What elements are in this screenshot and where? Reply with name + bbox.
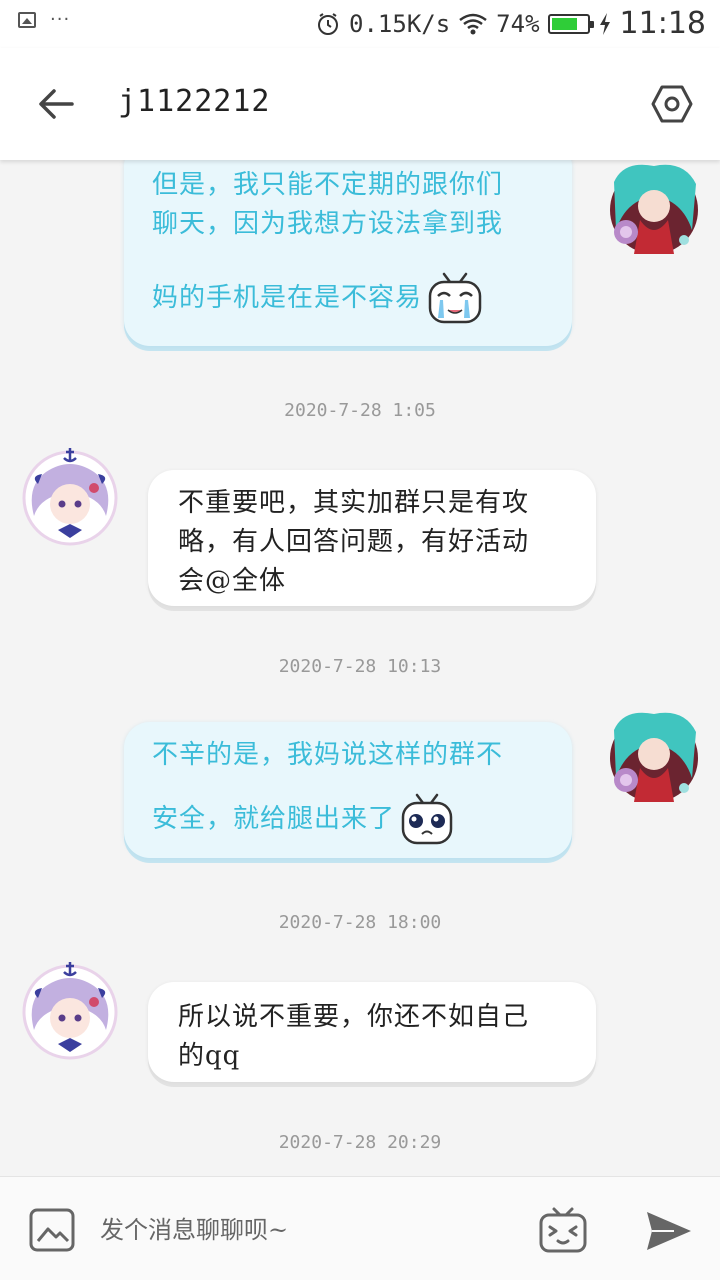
message-line-with-sticker: 妈的手机是在是不容易 [152, 270, 572, 326]
message-line: 不重要吧，其实加群只是有攻 [178, 488, 530, 518]
settings-button[interactable] [646, 78, 698, 130]
status-left: ··· [18, 9, 71, 30]
alarm-icon [318, 12, 339, 35]
chat-header: j1122212 [0, 48, 720, 160]
message-line: 会@全体 [178, 566, 287, 596]
message-line: 聊天，因为我想方设法拿到我 [152, 209, 504, 239]
message-line-with-sticker: 安全，就给腿出来了 [152, 791, 572, 847]
clock: 11:18 [619, 6, 706, 41]
battery-icon [547, 13, 594, 34]
tv-emoji-icon[interactable] [538, 1205, 588, 1255]
message-line: 妈的手机是在是不容易 [152, 282, 423, 313]
message-list[interactable]: 但是，我只能不定期的跟你们 聊天，因为我想方设法拿到我 妈的手机是在是不容易 2… [0, 160, 720, 1176]
message-timestamp: 2020-7-28 18:00 [278, 912, 442, 933]
gallery-notification-icon [18, 12, 36, 28]
send-icon[interactable] [644, 1209, 694, 1253]
battery-level [551, 17, 577, 30]
network-speed: 0.15K/s [349, 9, 451, 38]
teary-tv-sticker [401, 793, 453, 845]
wifi-icon [459, 13, 487, 34]
self-avatar[interactable] [604, 708, 704, 808]
chat-title: j1122212 [118, 84, 271, 119]
status-right: 0.15K/s 74% 11:18 [315, 6, 706, 41]
message-line: 安全，就给腿出来了 [152, 803, 396, 834]
arrow-left-icon [39, 89, 74, 119]
message-line: 所以说不重要，你还不如自己 [178, 1002, 530, 1032]
message-input-bar [0, 1176, 720, 1280]
message-input[interactable] [100, 1207, 520, 1253]
message-timestamp: 2020-7-28 20:29 [278, 1132, 442, 1153]
status-bar: ··· 0.15K/s 74% 11:18 [0, 0, 720, 48]
message-timestamp: 2020-7-28 1:05 [284, 400, 436, 421]
message-bubble-contact[interactable]: 不重要吧，其实加群只是有攻 略，有人回答问题，有好活动 会@全体 [148, 470, 596, 606]
battery-percent: 74% [496, 9, 540, 38]
message-line: 但是，我只能不定期的跟你们 [152, 170, 504, 200]
contact-avatar[interactable] [20, 960, 120, 1060]
crying-tv-sticker [428, 272, 482, 324]
more-notifications-icon: ··· [50, 9, 71, 30]
back-button[interactable] [30, 78, 82, 130]
image-picker-icon[interactable] [28, 1207, 76, 1253]
message-bubble-self[interactable]: 不辛的是，我妈说这样的群不 安全，就给腿出来了 [124, 722, 572, 858]
message-bubble-contact[interactable]: 所以说不重要，你还不如自己 的qq [148, 982, 596, 1082]
message-line: 略，有人回答问题，有好活动 [178, 527, 530, 557]
charging-icon [599, 12, 610, 35]
contact-avatar[interactable] [20, 446, 120, 546]
message-line: 的qq [178, 1041, 241, 1071]
self-avatar[interactable] [604, 160, 704, 260]
hexagon-settings-icon [651, 85, 693, 123]
message-timestamp: 2020-7-28 10:13 [278, 656, 442, 677]
message-bubble-self[interactable]: 但是，我只能不定期的跟你们 聊天，因为我想方设法拿到我 妈的手机是在是不容易 [124, 160, 572, 346]
message-line: 不辛的是，我妈说这样的群不 [152, 740, 504, 770]
